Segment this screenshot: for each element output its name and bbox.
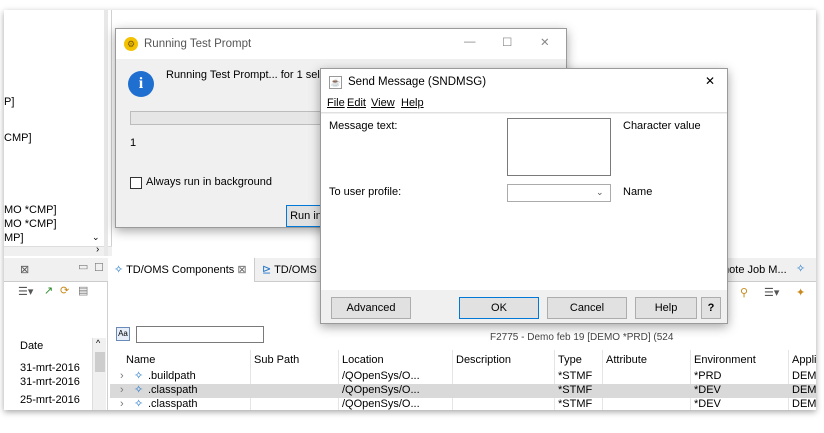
scroll-down-icon[interactable]: ⌄ — [92, 232, 100, 243]
menu-bar: File Edit View Help — [321, 95, 727, 113]
case-sensitive-icon[interactable]: Aa — [116, 327, 130, 341]
maximize-button[interactable]: ☐ — [502, 35, 512, 49]
expand-chevron-icon[interactable]: › — [120, 398, 124, 410]
column-header-attribute[interactable]: Attribute — [606, 354, 647, 366]
export-icon[interactable]: ↗ — [44, 284, 53, 297]
date-cell[interactable]: 25-mrt-2016 — [20, 394, 80, 406]
dialog-title: Send Message (SNDMSG) — [348, 76, 487, 88]
progress-message: Running Test Prompt... for 1 select — [166, 69, 335, 81]
file-component-icon: ✧ — [134, 398, 144, 410]
file-component-icon: ✧ — [134, 370, 144, 382]
table-row[interactable]: › ✧ .buildpath /QOpenSys/O... *STMF *PRD… — [110, 370, 816, 384]
close-tab-icon[interactable]: ⊠ — [237, 264, 246, 276]
left-navigator-pane: P] CMP] MO *CMP] MO *CMP] MP] ⌄ › — [4, 10, 112, 256]
to-user-hint: Name — [623, 186, 653, 198]
tree-item[interactable]: MO *CMP] — [4, 218, 57, 230]
eclipse-workbench: P] CMP] MO *CMP] MO *CMP] MP] ⌄ › ⊠ ▭ ☐ … — [4, 10, 816, 410]
help-button[interactable]: Help — [635, 297, 697, 319]
menu-file[interactable]: File — [327, 97, 345, 109]
table-row[interactable]: › ✧ .classpath /QOpenSys/O... *STMF *DEV… — [110, 384, 816, 398]
ok-button[interactable]: OK — [459, 297, 539, 319]
menu-view[interactable]: View — [371, 97, 395, 109]
status-text: F2775 - Demo feb 19 [DEMO *PRD] (524 — [490, 332, 674, 343]
file-component-icon: ✧ — [134, 384, 144, 396]
tree-item[interactable]: MO *CMP] — [4, 204, 57, 216]
refresh-icon[interactable]: ⟳ — [60, 284, 69, 297]
background-checkbox[interactable] — [130, 177, 142, 189]
close-button[interactable]: ✕ — [540, 35, 550, 49]
tool-icon[interactable]: ✦ — [796, 286, 805, 299]
date-cell[interactable]: 31-mrt-2016 — [20, 362, 80, 374]
filter-input[interactable] — [136, 326, 264, 343]
to-user-select[interactable]: ⌄ — [507, 184, 611, 202]
message-text-label: Message text: — [329, 120, 398, 132]
maximize-view-icon[interactable]: ☐ — [94, 261, 104, 274]
horizontal-scrollbar[interactable]: › — [4, 244, 112, 256]
view-icon[interactable]: ✧ — [796, 262, 805, 275]
tree-item[interactable]: MP] — [4, 232, 24, 244]
info-icon: i — [128, 71, 154, 97]
minimize-button[interactable]: — — [464, 36, 476, 48]
close-button[interactable]: ✕ — [705, 74, 715, 88]
scroll-up-icon[interactable]: ^ — [96, 338, 100, 348]
left-pane-toolbar: ☰▾ ↗ ⟳ ▤ — [4, 282, 108, 302]
window-title: Running Test Prompt — [144, 38, 252, 50]
expand-chevron-icon[interactable]: › — [120, 384, 124, 396]
minimize-view-icon[interactable]: ▭ — [78, 260, 88, 273]
column-header-type[interactable]: Type — [558, 354, 582, 366]
list-menu-icon[interactable]: ☰▾ — [18, 285, 33, 298]
cancel-button[interactable]: Cancel — [547, 297, 627, 319]
left-history-pane: ⊠ ▭ ☐ ☰▾ ↗ ⟳ ▤ Date 31-mrt-2016 31-mrt-2… — [4, 258, 108, 410]
to-user-label: To user profile: — [329, 186, 402, 198]
java-app-icon: ☕ — [329, 75, 342, 89]
date-cell[interactable]: 31-mrt-2016 — [20, 376, 80, 388]
column-header-description[interactable]: Description — [456, 354, 511, 366]
progress-count: 1 — [130, 137, 137, 149]
message-text-input[interactable] — [507, 118, 611, 176]
expand-chevron-icon[interactable]: › — [120, 370, 124, 382]
send-message-dialog: ☕ Send Message (SNDMSG) ✕ File Edit View… — [320, 68, 728, 324]
sndmsg-titlebar[interactable]: ☕ Send Message (SNDMSG) ✕ — [321, 69, 727, 95]
components-icon: ✧ — [114, 264, 124, 276]
form-area: Message text: Character value To user pr… — [321, 114, 727, 290]
tree-item[interactable]: P] — [4, 96, 14, 108]
whats-this-button[interactable]: ? — [701, 297, 721, 319]
tree-item[interactable]: CMP] — [4, 132, 32, 144]
pane-splitter[interactable] — [104, 10, 108, 256]
document-icon[interactable]: ▤ — [78, 284, 88, 297]
column-header-location[interactable]: Location — [342, 354, 384, 366]
column-header-name[interactable]: Name — [126, 354, 155, 366]
vertical-scrollbar[interactable]: ^ — [92, 338, 106, 410]
column-header-sub-path[interactable]: Sub Path — [254, 354, 299, 366]
background-checkbox-label[interactable]: Always run in background — [146, 176, 272, 188]
tab-td-oms-components[interactable]: ✧ TD/OMS Components ⊠ — [110, 258, 255, 282]
filter-icon[interactable]: ⚲ — [740, 286, 748, 299]
menu-help[interactable]: Help — [401, 97, 424, 109]
chevron-down-icon[interactable]: ⌄ — [596, 187, 604, 198]
left-pane-tabbar: ⊠ ▭ ☐ — [4, 258, 108, 282]
close-tab-icon[interactable]: ⊠ — [20, 263, 29, 276]
column-header-application[interactable]: Appli — [792, 354, 816, 366]
advanced-button[interactable]: Advanced — [331, 297, 411, 319]
scroll-thumb[interactable] — [95, 352, 105, 372]
scroll-right-icon[interactable]: › — [96, 244, 99, 255]
column-header-environment[interactable]: Environment — [694, 354, 756, 366]
requests-icon: ⊵ — [262, 264, 272, 276]
date-column-header[interactable]: Date — [4, 338, 94, 356]
gear-icon: ⚙ — [124, 37, 138, 51]
message-text-hint: Character value — [623, 120, 701, 132]
screenshot-frame: P] CMP] MO *CMP] MO *CMP] MP] ⌄ › ⊠ ▭ ☐ … — [0, 0, 824, 433]
running-prompt-titlebar[interactable]: ⚙ Running Test Prompt — ☐ ✕ — [116, 29, 566, 59]
menu-edit[interactable]: Edit — [347, 97, 366, 109]
list-menu-icon[interactable]: ☰▾ — [764, 286, 779, 299]
table-row[interactable]: › ✧ .classpath /QOpenSys/O... *STMF *DEV… — [110, 398, 816, 410]
